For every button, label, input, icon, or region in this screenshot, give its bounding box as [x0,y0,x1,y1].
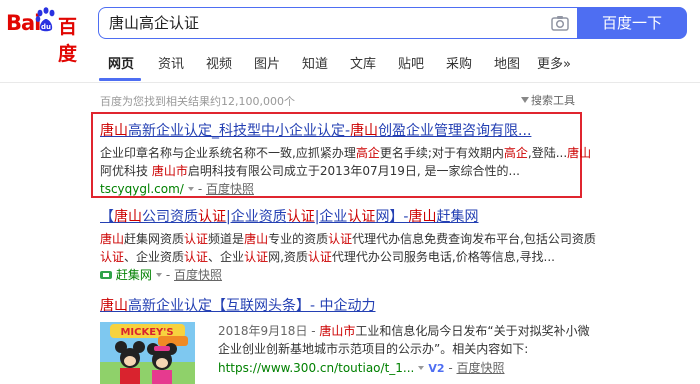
camera-icon[interactable] [551,15,569,31]
search-tools-label: 搜索工具 [531,94,575,107]
result-count: 百度为您找到相关结果约12,100,000个 [100,95,295,108]
snapshot-link[interactable]: 百度快照 [457,361,505,375]
search-result: 唐山高新企业认定【互联网头条】- 中企动力 [100,296,580,316]
result-abstract: 企业印章名称与企业系统名称不一致,应抓紧办理高企更名手续;对于有效期内高企,登陆… [100,146,592,178]
snapshot-link[interactable]: 百度快照 [174,268,222,282]
svg-text:du: du [41,23,51,31]
result-url[interactable]: https://www.300.cn/toutiao/t_1... [218,361,414,375]
dropdown-arrow-icon[interactable] [155,273,162,277]
result-url[interactable]: 赶集网 [116,268,152,282]
tab-caigou[interactable]: 采购 [446,56,472,76]
search-button[interactable]: 百度一下 [577,7,687,39]
tab-news[interactable]: 资讯 [158,56,184,76]
ganji-icon [100,271,112,279]
result-abstract: 2018年9月18日 - 唐山市工业和信息化局今日发布“关于对拟奖补小微 企业创… [218,322,590,378]
search-tools-button[interactable]: 搜索工具 [521,92,575,108]
tab-tieba[interactable]: 贴吧 [398,56,424,76]
tab-map[interactable]: 地图 [494,56,520,76]
dropdown-arrow-icon[interactable] [418,366,425,370]
tab-images[interactable]: 图片 [254,56,280,76]
result-url-row: tscyqygl.com/- 百度快照 [100,182,254,196]
search-result: 唐山高新企业认定_科技型中小企业认定-唐山创盈企业管理咨询有限... 企业印章名… [100,121,592,198]
result-abstract: 唐山赶集网资质认证频道是唐山专业的资质认证代理代办信息免费查询发布平台,包括公司… [100,232,596,264]
baidu-logo[interactable]: Bai du 百度 [6,7,92,65]
tab-more[interactable]: 更多» [537,56,571,76]
v2-badge[interactable]: V2 [428,362,444,375]
result-title-link[interactable]: 唐山高新企业认定【互联网头条】- 中企动力 [100,296,580,316]
result-thumbnail[interactable]: MICKEY'S [100,322,195,384]
result-url[interactable]: tscyqygl.com/ [100,182,184,196]
result-title-link[interactable]: 【唐山公司资质认证|企业资质认证|企业认证网】-唐山赶集网 [100,207,580,227]
tab-video[interactable]: 视频 [206,56,232,76]
result-url-row: 赶集网 - 百度快照 [100,266,580,284]
snapshot-link[interactable]: 百度快照 [206,182,254,196]
tab-wenku[interactable]: 文库 [350,56,376,76]
dropdown-arrow-icon[interactable] [187,187,194,191]
paw-icon: du [35,7,55,32]
tab-web[interactable]: 网页 [108,56,134,76]
search-box [98,7,577,39]
search-input[interactable] [109,8,529,38]
search-result: 【唐山公司资质认证|企业资质认证|企业认证网】-唐山赶集网 唐山赶集网资质认证频… [100,207,596,284]
filter-icon [521,97,529,103]
result-title-link[interactable]: 唐山高新企业认定_科技型中小企业认定-唐山创盈企业管理咨询有限... [100,121,580,141]
search-tabs: 网页 资讯 视频 图片 知道 文库 贴吧 采购 地图 更多» [0,47,700,83]
header: Bai du 百度 百度一下 [0,0,700,65]
active-tab-indicator [99,78,141,81]
tab-zhidao[interactable]: 知道 [302,56,328,76]
result-url-row: https://www.300.cn/toutiao/t_1... V2 - 百度… [218,361,505,375]
